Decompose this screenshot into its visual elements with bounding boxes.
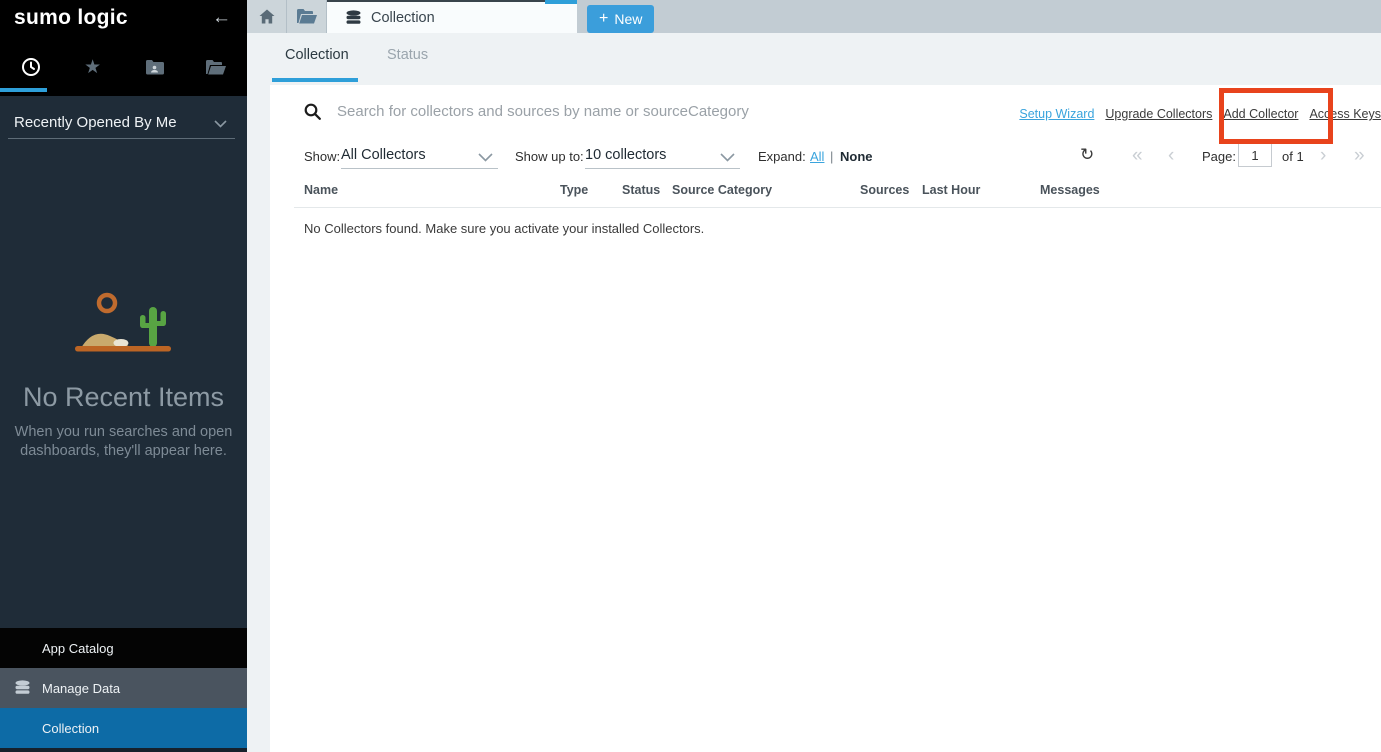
recents-filter-label: Recently Opened By Me: [14, 114, 177, 131]
dropdown-underline: [8, 138, 235, 139]
show-up-to-label: Show up to:: [515, 149, 584, 164]
subtab-bar: Collection Status: [247, 33, 1381, 85]
bottom-nav-divider: [0, 748, 247, 752]
column-name[interactable]: Name: [304, 183, 338, 197]
star-icon: ★: [84, 56, 101, 79]
action-links: Setup Wizard Upgrade Collectors Add Coll…: [1019, 107, 1381, 121]
show-label: Show:: [304, 149, 340, 164]
show-up-to-dropdown[interactable]: 10 collectors: [585, 147, 666, 163]
no-recent-items-description: When you run searches and open dashboard…: [0, 423, 247, 461]
collapse-sidebar-icon[interactable]: ←: [212, 7, 231, 29]
database-icon: [14, 680, 32, 696]
search-icon: [304, 103, 321, 120]
database-icon: [345, 10, 362, 26]
setup-wizard-link[interactable]: Setup Wizard: [1019, 107, 1094, 121]
sumo-logic-logo: sumo logic: [14, 6, 128, 30]
column-sources[interactable]: Sources: [860, 183, 909, 197]
subtab-collection[interactable]: Collection: [285, 47, 349, 63]
column-status[interactable]: Status: [622, 183, 660, 197]
active-tab-indicator: [0, 88, 47, 92]
chevron-down-icon[interactable]: [720, 153, 735, 162]
sidebar-item-collection[interactable]: Collection: [0, 708, 247, 748]
search-input[interactable]: [337, 103, 817, 120]
subtab-active-indicator: [272, 78, 358, 82]
table-header-row: Name Type Status Source Category Sources…: [270, 183, 1381, 207]
app-catalog-label: App Catalog: [42, 641, 114, 656]
library-button[interactable]: [287, 0, 327, 33]
main-area: Collection + New Collection Status Setup…: [247, 0, 1381, 752]
dropdown-underline: [341, 168, 498, 169]
clock-icon: [21, 57, 41, 77]
expand-all-link[interactable]: All: [810, 149, 824, 164]
page-of-label: of 1: [1282, 149, 1304, 164]
table-header-divider: [294, 207, 1381, 208]
column-source-category[interactable]: Source Category: [672, 183, 772, 197]
expand-none-link[interactable]: None: [840, 149, 873, 164]
last-page-icon[interactable]: »: [1354, 145, 1365, 167]
new-button-label: New: [614, 11, 642, 27]
collection-label: Collection: [42, 721, 99, 736]
tab-active-indicator: [545, 0, 577, 4]
sidebar-item-manage-data[interactable]: Manage Data: [0, 668, 247, 708]
shared-folders-tab[interactable]: [124, 46, 186, 88]
description-line-1: When you run searches and open: [0, 423, 247, 442]
chevron-down-icon: [214, 120, 227, 128]
empty-state-message: No Collectors found. Make sure you activ…: [304, 221, 704, 236]
home-icon: [259, 9, 275, 24]
description-line-2: dashboards, they'll appear here.: [0, 442, 247, 461]
upgrade-collectors-link[interactable]: Upgrade Collectors: [1105, 107, 1212, 121]
manage-data-label: Manage Data: [42, 681, 120, 696]
desert-illustration: [63, 290, 183, 364]
refresh-icon[interactable]: ↻: [1080, 145, 1094, 165]
new-button[interactable]: + New: [587, 5, 654, 33]
expand-separator: |: [830, 149, 833, 164]
first-page-icon[interactable]: «: [1132, 145, 1143, 167]
favorites-tab[interactable]: ★: [62, 46, 124, 88]
dropdown-underline: [585, 168, 740, 169]
sidebar-icon-nav: ★: [0, 46, 247, 88]
folder-person-icon: [145, 59, 164, 75]
show-dropdown[interactable]: All Collectors: [341, 147, 426, 163]
column-type[interactable]: Type: [560, 183, 588, 197]
library-tab[interactable]: [185, 46, 247, 88]
plus-icon: +: [599, 10, 608, 28]
column-last-hour[interactable]: Last Hour: [922, 183, 980, 197]
sidebar: sumo logic ← ★: [0, 0, 247, 752]
prev-page-icon[interactable]: ‹: [1168, 145, 1174, 167]
filter-toolbar: Show: All Collectors Show up to: 10 coll…: [270, 143, 1381, 169]
content-panel: Setup Wizard Upgrade Collectors Add Coll…: [270, 85, 1381, 752]
sidebar-header: sumo logic ← ★: [0, 0, 247, 96]
home-button[interactable]: [247, 0, 287, 33]
tab-title: Collection: [371, 10, 435, 26]
tab-collection[interactable]: Collection: [327, 0, 577, 33]
sidebar-item-app-catalog[interactable]: App Catalog: [0, 628, 247, 668]
top-tab-bar: Collection + New: [247, 0, 1381, 33]
subtab-status[interactable]: Status: [387, 47, 428, 63]
open-folder-icon: [206, 60, 226, 75]
next-page-icon[interactable]: ›: [1320, 145, 1326, 167]
open-folder-icon: [297, 9, 317, 24]
chevron-down-icon[interactable]: [478, 153, 493, 162]
access-keys-link[interactable]: Access Keys: [1309, 107, 1381, 121]
recents-tab[interactable]: [0, 46, 62, 88]
no-recent-items-title: No Recent Items: [0, 382, 247, 413]
expand-label: Expand:: [758, 149, 806, 164]
add-collector-link[interactable]: Add Collector: [1223, 107, 1298, 121]
page-label: Page:: [1202, 149, 1236, 164]
column-messages[interactable]: Messages: [1040, 183, 1100, 197]
search-bar: [304, 103, 817, 120]
page-number-input[interactable]: [1238, 143, 1272, 167]
